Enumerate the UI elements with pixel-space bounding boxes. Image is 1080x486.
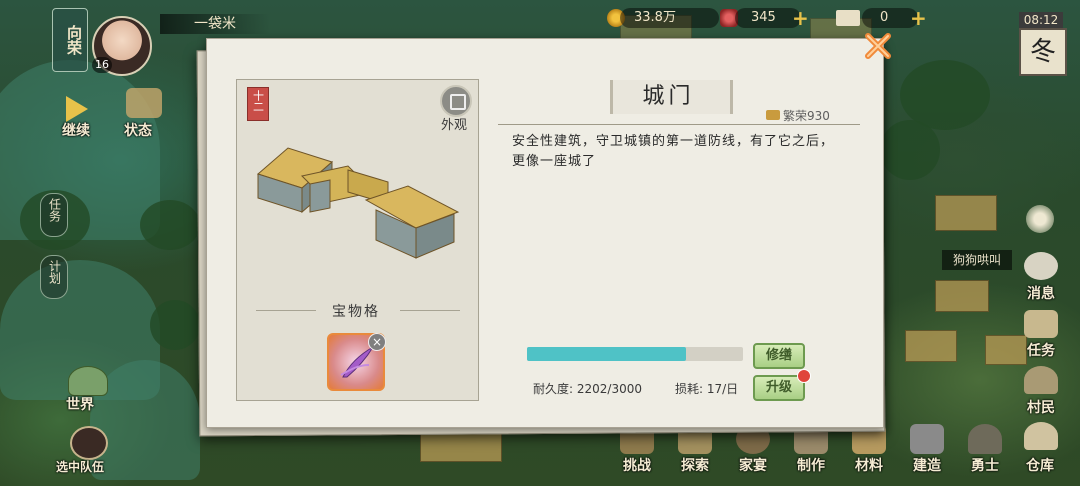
remove-treasure-button[interactable]: ×: [368, 333, 386, 351]
villager-name: 狗狗哄叫: [952, 253, 1001, 267]
gems-value: 345: [751, 10, 776, 25]
continue-icon: [66, 96, 88, 122]
bottom-menu-build[interactable]: 建造: [905, 455, 949, 475]
player-level: 16: [92, 57, 112, 73]
bottom-menu-warrior[interactable]: 勇士: [963, 455, 1007, 475]
team-avatar-icon: [70, 426, 108, 460]
flower-icon[interactable]: [1026, 205, 1054, 233]
bottom-menu-challenge[interactable]: 挑战: [615, 455, 659, 475]
repair-button[interactable]: 修缮: [753, 343, 805, 369]
status-icon: [126, 88, 162, 118]
treasure-divider-right: [400, 310, 460, 311]
season-badge[interactable]: 冬: [1019, 28, 1067, 76]
team-button[interactable]: 选中队伍: [56, 458, 104, 475]
treasure-divider-left: [256, 310, 316, 311]
building-description: 安全性建筑，守卫城镇的第一道防线，有了它之后，更像一座城了: [512, 134, 835, 169]
header-divider: [498, 124, 860, 125]
grade-badge: 十二: [247, 87, 269, 121]
bottom-menu-banquet[interactable]: 家宴: [731, 455, 775, 475]
season-label: 冬: [1029, 37, 1056, 67]
task-scroll-icon: [1024, 310, 1058, 338]
treasure-slot-label: 宝物格: [332, 304, 380, 320]
warehouse-icon: [1024, 422, 1058, 450]
durability-text: 耐久度: 2202/3000: [533, 382, 642, 396]
tab-tasks-label: 任务: [47, 198, 62, 222]
tab-plan[interactable]: 计划: [40, 255, 68, 299]
close-icon: [865, 33, 891, 59]
player-name: 一袋米: [160, 14, 270, 34]
right-menu-messages[interactable]: 消息: [1016, 283, 1066, 303]
wear-text: 损耗: 17/日: [675, 382, 739, 396]
durability-bar: [527, 347, 743, 361]
world-button[interactable]: 世界: [66, 394, 94, 414]
time-display: 08:12: [1019, 12, 1063, 28]
building-name: 城门: [642, 84, 695, 109]
upgrade-button-label: 升级: [765, 380, 792, 395]
durability-bar-fill: [527, 347, 686, 361]
add-gems-button[interactable]: +: [792, 8, 809, 28]
grade-badge-text: 十二: [251, 90, 265, 112]
bottom-menu-warehouse[interactable]: 仓库: [1018, 455, 1062, 475]
right-menu-villagers[interactable]: 村民: [1016, 397, 1066, 417]
notification-dot-icon: [797, 369, 811, 383]
building-illustration: [256, 147, 460, 259]
message-icon: [1024, 252, 1058, 280]
tab-plan-label: 计划: [47, 260, 62, 284]
bottom-menu-craft[interactable]: 制作: [789, 455, 833, 475]
villager-name-tag: 狗狗哄叫: [942, 250, 1012, 270]
add-tickets-button[interactable]: +: [910, 8, 927, 28]
reputation-label: 向荣: [65, 25, 83, 55]
world-icon: [68, 366, 108, 396]
status-button[interactable]: 状态: [124, 120, 152, 140]
tickets-value: 0: [880, 10, 889, 25]
right-menu-tasks[interactable]: 任务: [1016, 340, 1066, 360]
remove-x-icon: ×: [371, 335, 383, 349]
ticket-icon: [836, 10, 860, 26]
continue-button[interactable]: 继续: [62, 120, 90, 140]
bottom-menu-explore[interactable]: 探索: [673, 455, 717, 475]
close-button[interactable]: [862, 30, 894, 62]
tab-tasks[interactable]: 任务: [40, 193, 68, 237]
repair-button-label: 修缮: [765, 348, 792, 363]
prosperity-icon: [766, 110, 780, 120]
bottom-menu-materials[interactable]: 材料: [847, 455, 891, 475]
coins-value: 33.8万: [634, 10, 676, 25]
coins-counter: 33.8万: [620, 8, 719, 28]
villager-icon: [1024, 366, 1058, 394]
prosperity-value: 繁荣930: [783, 109, 830, 123]
reputation-badge[interactable]: 向荣: [52, 8, 88, 72]
appearance-icon[interactable]: [440, 85, 472, 117]
warrior-icon: [968, 424, 1002, 454]
build-icon: [910, 424, 944, 454]
appearance-icon-inner: [450, 94, 466, 110]
